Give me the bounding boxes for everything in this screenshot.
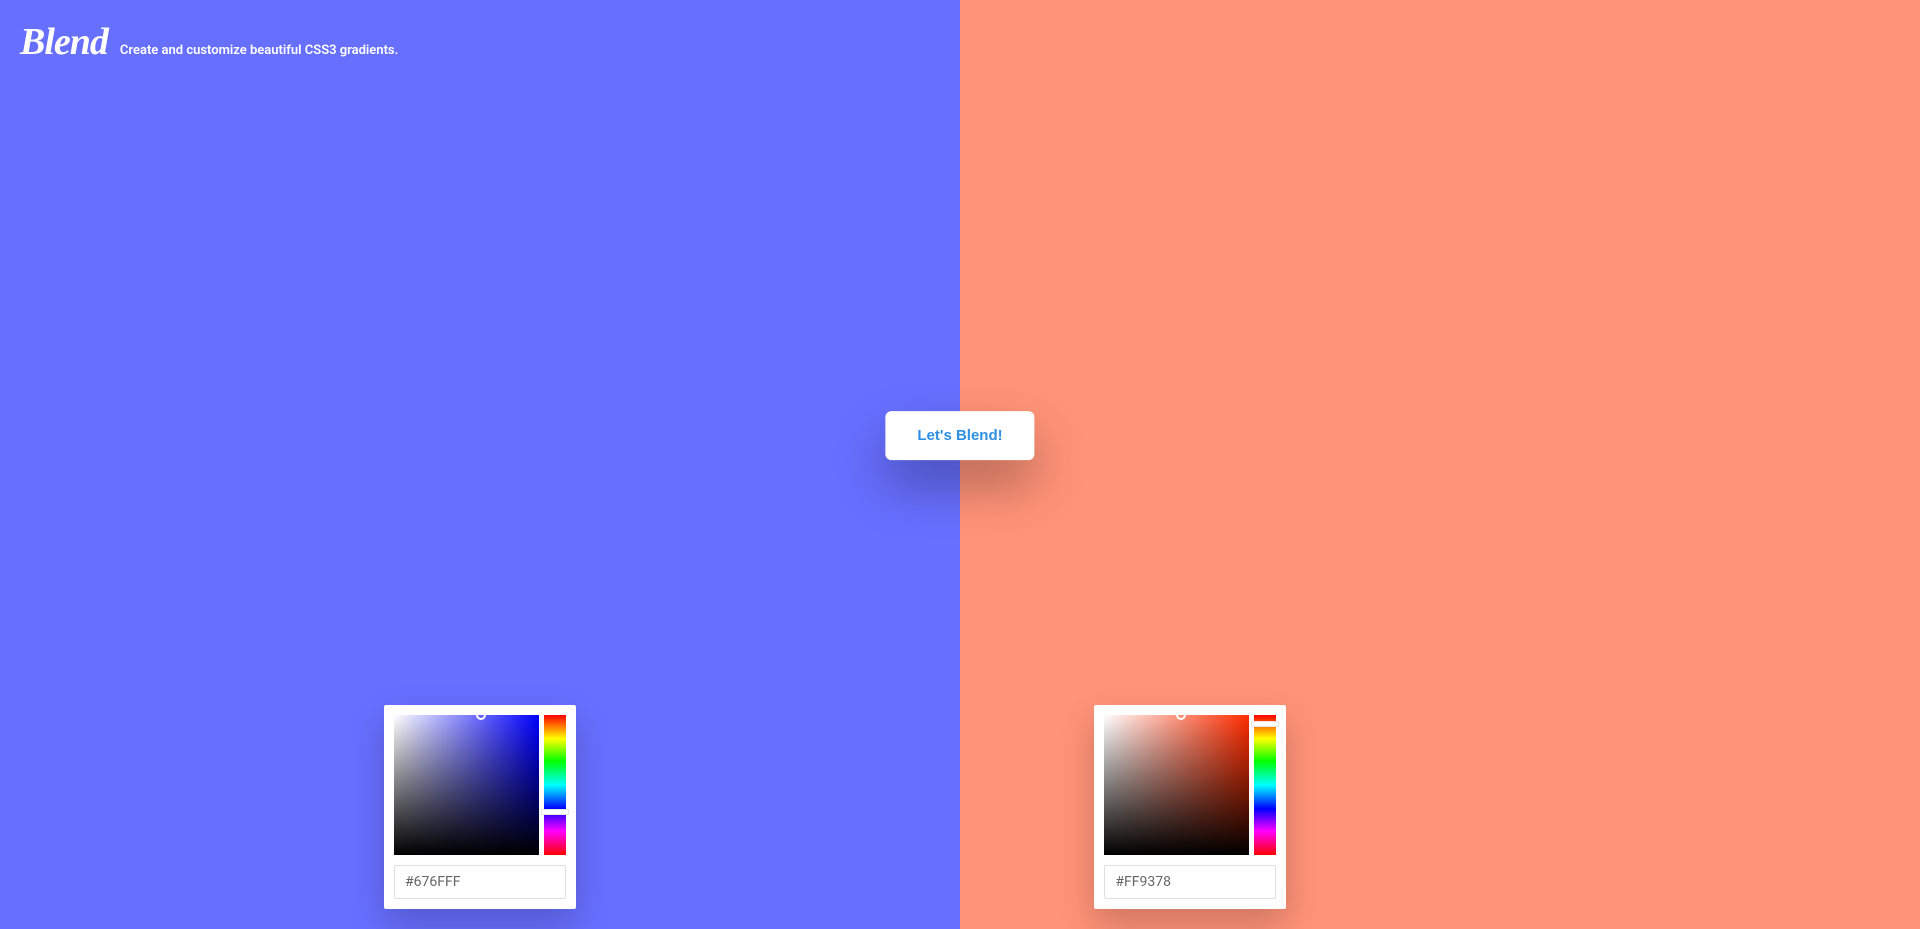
color-picker-left [384,705,576,909]
hue-slider-right[interactable] [1254,715,1276,855]
saturation-indicator-left [476,710,486,720]
tagline: Create and customize beautiful CSS3 grad… [120,43,398,58]
hue-indicator-left [541,809,569,815]
blend-button[interactable]: Let's Blend! [885,411,1034,460]
hex-input-left[interactable] [394,865,566,899]
hue-indicator-right [1251,721,1279,727]
hue-slider-left[interactable] [544,715,566,855]
saturation-indicator-right [1176,710,1186,720]
header: Blend Create and customize beautiful CSS… [20,20,398,64]
color-panels-container [0,0,1920,929]
logo: Blend [20,20,108,64]
saturation-area-right[interactable] [1104,715,1249,855]
color-picker-right [1094,705,1286,909]
hex-input-right[interactable] [1104,865,1276,899]
saturation-area-left[interactable] [394,715,539,855]
